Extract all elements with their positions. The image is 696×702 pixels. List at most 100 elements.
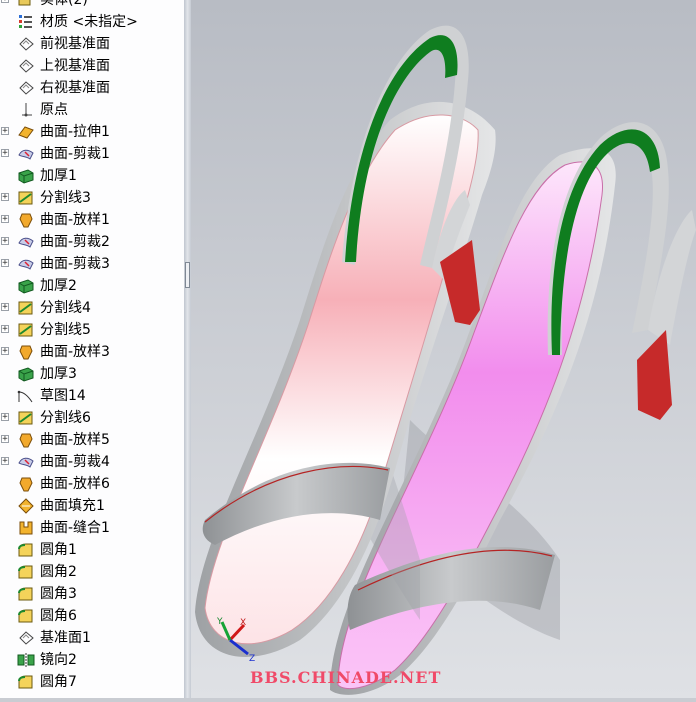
tree-node-label: 曲面-拉伸1 [40,124,110,140]
tree-node-label: 曲面-缝合1 [40,520,110,536]
tree-node[interactable]: + 分割线6 [0,407,184,429]
tree-node-label: 上视基准面 [40,58,110,74]
split-line-icon [16,321,36,339]
tree-node[interactable]: 圆角1 [0,539,184,561]
tree-node-label: 圆角7 [40,674,77,690]
solid-bodies-icon [16,0,36,9]
surface-trim-icon [16,255,36,273]
tree-node[interactable]: 加厚2 [0,275,184,297]
tree-node[interactable]: + 曲面-剪裁1 [0,143,184,165]
sketch-icon [16,387,36,405]
expand-icon[interactable]: + [1,457,9,466]
tree-node-label: 草图14 [40,388,86,404]
expand-icon[interactable]: + [1,237,9,246]
tree-node[interactable]: + 分割线5 [0,319,184,341]
feature-tree-list: + 实体(2) 材质 <未指定> 前视基准面上视基准面右视基准面原点 + 曲面-拉伸1 + 曲… [0,0,184,693]
tree-node[interactable]: 材质 <未指定> [0,11,184,33]
tree-node[interactable]: 圆角6 [0,605,184,627]
expand-icon[interactable]: + [1,127,9,136]
tree-node-label: 曲面-剪裁3 [40,256,110,272]
tree-node[interactable]: 上视基准面 [0,55,184,77]
model-canvas: X Y Z [191,0,696,698]
tree-node[interactable]: + 曲面-放样3 [0,341,184,363]
tree-node-label: 圆角1 [40,542,77,558]
expand-icon[interactable]: + [1,215,9,224]
plane-icon [16,629,36,647]
tree-node[interactable]: 右视基准面 [0,77,184,99]
surface-loft-icon [16,211,36,229]
surface-trim-icon [16,145,36,163]
tree-node[interactable]: 草图14 [0,385,184,407]
tree-node[interactable]: 圆角3 [0,583,184,605]
expand-icon[interactable]: + [1,259,9,268]
splitter-grip[interactable] [185,262,190,288]
surface-extrude-icon [16,123,36,141]
feature-manager-tree: + 实体(2) 材质 <未指定> 前视基准面上视基准面右视基准面原点 + 曲面-拉伸1 + 曲… [0,0,185,698]
tree-node[interactable]: + 实体(2) [0,0,184,11]
panel-splitter[interactable] [184,0,191,698]
expand-icon[interactable]: + [1,325,9,334]
mirror-icon [16,651,36,669]
expand-icon[interactable]: + [1,413,9,422]
tree-node-label: 前视基准面 [40,36,110,52]
expand-icon[interactable]: + [1,435,9,444]
triad-y-label: Y [216,617,223,627]
tree-node[interactable]: 原点 [0,99,184,121]
tree-node[interactable]: 圆角2 [0,561,184,583]
tree-node-label: 原点 [40,102,68,118]
tree-node[interactable]: + 分割线4 [0,297,184,319]
split-line-icon [16,409,36,427]
expand-icon[interactable]: + [1,149,9,158]
triad-x-label: X [240,618,246,628]
tree-node-label: 基准面1 [40,630,91,646]
surface-trim-icon [16,233,36,251]
tree-node[interactable]: + 曲面-放样5 [0,429,184,451]
tree-node-label: 曲面-剪裁1 [40,146,110,162]
expand-icon[interactable]: + [1,193,9,202]
surface-fill-icon [16,497,36,515]
tree-node-label: 曲面填充1 [40,498,105,514]
tree-node[interactable]: 曲面-放样6 [0,473,184,495]
tree-node-label: 圆角2 [40,564,77,580]
material-icon [16,13,36,31]
tree-node-label: 实体(2) [40,0,88,8]
tree-node[interactable]: 前视基准面 [0,33,184,55]
fillet-icon [16,673,36,691]
tree-node-label: 圆角6 [40,608,77,624]
fillet-icon [16,607,36,625]
expand-icon[interactable]: + [1,303,9,312]
tree-node[interactable]: 曲面填充1 [0,495,184,517]
tree-node[interactable]: 加厚1 [0,165,184,187]
fillet-icon [16,541,36,559]
tree-node[interactable]: 圆角7 [0,671,184,693]
plane-icon [16,35,36,53]
fillet-icon [16,585,36,603]
tree-node[interactable]: 基准面1 [0,627,184,649]
tree-node-label: 加厚1 [40,168,77,184]
origin-icon [16,101,36,119]
tree-node[interactable]: + 曲面-放样1 [0,209,184,231]
plane-icon [16,57,36,75]
watermark: BBS.CHINADE.NET [250,668,442,687]
tree-node-label: 镜向2 [40,652,77,668]
tree-node-label: 曲面-剪裁4 [40,454,110,470]
thicken-icon [16,277,36,295]
tree-node-label: 分割线5 [40,322,91,338]
tree-node[interactable]: 镜向2 [0,649,184,671]
surface-knit-icon [16,519,36,537]
tree-node[interactable]: + 曲面-剪裁3 [0,253,184,275]
expand-icon[interactable]: + [1,347,9,356]
tree-node[interactable]: 加厚3 [0,363,184,385]
tree-node[interactable]: + 曲面-拉伸1 [0,121,184,143]
thicken-icon [16,365,36,383]
tree-node-label: 曲面-放样3 [40,344,110,360]
tree-node[interactable]: + 分割线3 [0,187,184,209]
tree-node-label: 右视基准面 [40,80,110,96]
graphics-viewport[interactable]: X Y Z [191,0,696,698]
expand-icon[interactable]: + [1,0,9,4]
tree-node[interactable]: + 曲面-剪裁4 [0,451,184,473]
tree-node[interactable]: 曲面-缝合1 [0,517,184,539]
tree-node[interactable]: + 曲面-剪裁2 [0,231,184,253]
split-line-icon [16,299,36,317]
tree-node-label: 分割线3 [40,190,91,206]
